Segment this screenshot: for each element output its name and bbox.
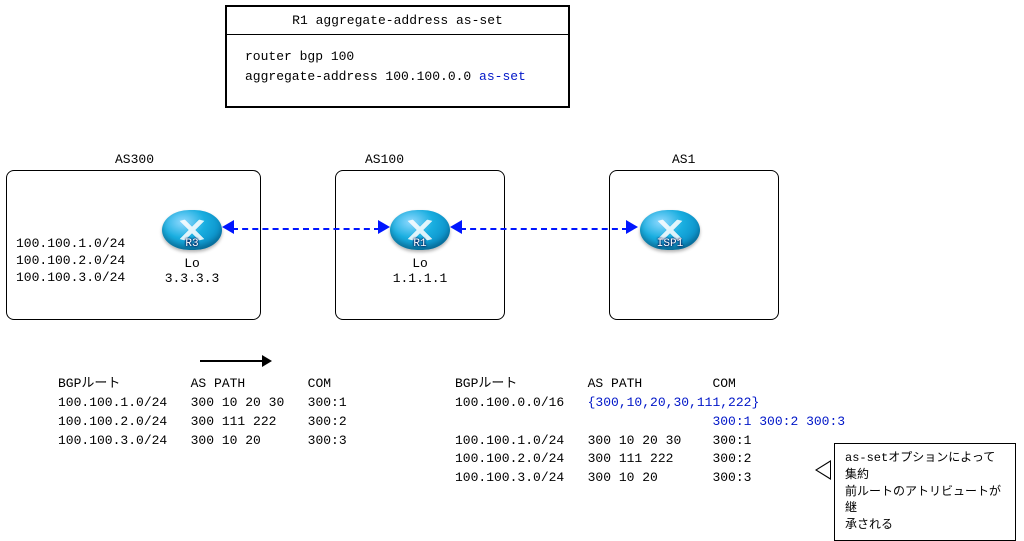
rt-a1: 300 111 222	[588, 451, 674, 466]
router-r1-name: R1	[390, 238, 450, 250]
router-r3-name: R3	[162, 238, 222, 250]
config-line1: router bgp 100	[245, 49, 354, 64]
arrowhead-right-2	[626, 220, 638, 234]
note-arrow-icon	[815, 460, 831, 480]
router-isp1: ISP1	[640, 210, 700, 250]
rt-r2: 100.100.3.0/24	[455, 470, 564, 485]
rt-c1: 300:2	[712, 451, 751, 466]
router-r3-sub: Lo 3.3.3.3	[162, 256, 222, 286]
config-body: router bgp 100 aggregate-address 100.100…	[227, 35, 568, 106]
lt-r1: 100.100.2.0/24	[58, 414, 167, 429]
as300-route-1: 100.100.1.0/24	[16, 236, 125, 253]
note-line3: 承される	[845, 517, 1005, 534]
config-title: R1 aggregate-address as-set	[227, 7, 568, 35]
config-line2a: aggregate-address 100.100.0.0	[245, 69, 479, 84]
rt-a2: 300 10 20	[588, 470, 658, 485]
as300-label: AS300	[115, 152, 154, 167]
rt-r1: 100.100.2.0/24	[455, 451, 564, 466]
lt-h2: AS PATH	[191, 376, 246, 391]
lt-c0: 300:1	[308, 395, 347, 410]
lt-h3: COM	[308, 376, 331, 391]
rt-agg-r: 100.100.0.0/16	[455, 395, 564, 410]
rt-r0: 100.100.1.0/24	[455, 433, 564, 448]
as1-label: AS1	[672, 152, 695, 167]
right-route-table: BGPルート AS PATH COM 100.100.0.0/16 {300,1…	[455, 375, 845, 488]
router-r1-sub: Lo 1.1.1.1	[390, 256, 450, 286]
config-line2b: as-set	[479, 69, 526, 84]
note-line2: 前ルートのアトリビュートが継	[845, 484, 1005, 518]
as100-label: AS100	[365, 152, 404, 167]
router-isp1-name: ISP1	[640, 238, 700, 250]
lt-c2: 300:3	[308, 433, 347, 448]
rt-c2: 300:3	[712, 470, 751, 485]
flow-arrow-left	[200, 360, 270, 362]
router-r3: R3 Lo 3.3.3.3	[162, 210, 222, 286]
rt-h2: AS PATH	[588, 376, 643, 391]
config-box: R1 aggregate-address as-set router bgp 1…	[225, 5, 570, 108]
rt-agg-c: 300:1 300:2 300:3	[712, 414, 845, 429]
as300-route-3: 100.100.3.0/24	[16, 270, 125, 287]
lt-r0: 100.100.1.0/24	[58, 395, 167, 410]
arrowhead-right-1	[378, 220, 390, 234]
arrowhead-left-1	[222, 220, 234, 234]
lt-a0: 300 10 20 30	[191, 395, 285, 410]
lt-a1: 300 111 222	[191, 414, 277, 429]
note-line1: as-setオプションによって集約	[845, 450, 1005, 484]
rt-h1: BGPルート	[455, 376, 517, 391]
as300-route-2: 100.100.2.0/24	[16, 253, 125, 270]
lt-a2: 300 10 20	[191, 433, 261, 448]
bgp-link-r1-isp1	[460, 228, 628, 230]
lt-h1: BGPルート	[58, 376, 120, 391]
as300-routes: 100.100.1.0/24 100.100.2.0/24 100.100.3.…	[16, 236, 125, 287]
rt-c0: 300:1	[712, 433, 751, 448]
arrowhead-left-2	[450, 220, 462, 234]
rt-h3: COM	[712, 376, 735, 391]
lt-c1: 300:2	[308, 414, 347, 429]
rt-a0: 300 10 20 30	[588, 433, 682, 448]
bgp-link-r3-r1	[232, 228, 380, 230]
left-route-table: BGPルート AS PATH COM 100.100.1.0/24 300 10…	[58, 375, 347, 450]
note-box: as-setオプションによって集約 前ルートのアトリビュートが継 承される	[834, 443, 1016, 541]
lt-r2: 100.100.3.0/24	[58, 433, 167, 448]
router-r1: R1 Lo 1.1.1.1	[390, 210, 450, 286]
rt-agg-a: {300,10,20,30,111,222}	[588, 395, 760, 410]
